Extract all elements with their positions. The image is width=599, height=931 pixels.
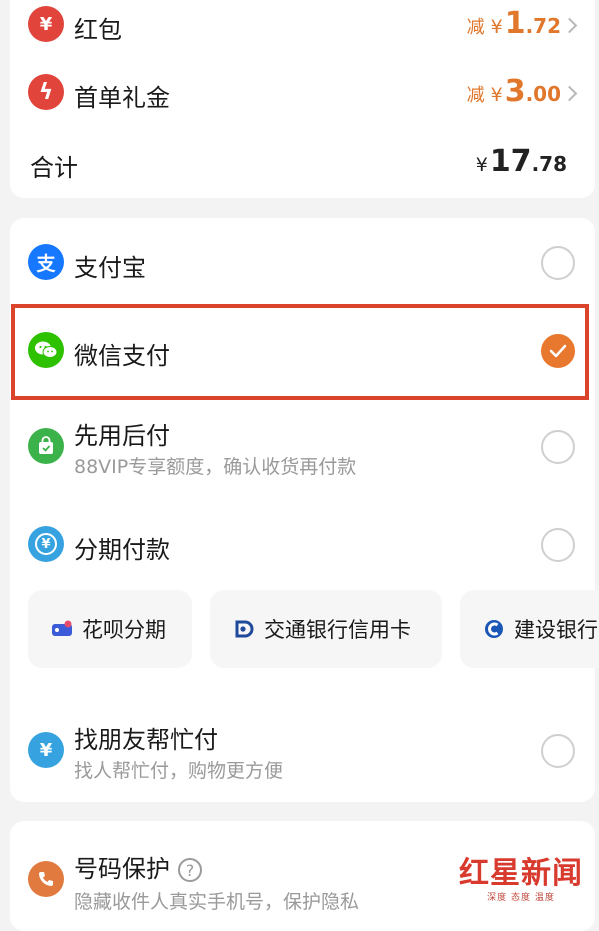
lightning-glyph: ϟ <box>38 79 54 105</box>
pay-later-radio[interactable] <box>541 430 575 464</box>
payment-option-friend-pay[interactable]: ¥ 找朋友帮忙付 找人帮忙付，购物更方便 <box>10 718 595 782</box>
installment-icon: ¥ <box>28 526 64 562</box>
number-protection-text: 号码保护 <box>74 855 170 883</box>
chevron-right-icon[interactable] <box>561 17 578 34</box>
help-icon[interactable]: ? <box>178 858 202 882</box>
installment-radio[interactable] <box>541 528 575 562</box>
alipay-label: 支付宝 <box>74 254 146 282</box>
red-packet-label: 红包 <box>74 16 122 44</box>
payment-option-wechat[interactable]: 微信支付 <box>10 332 595 372</box>
friend-pay-glyph: ¥ <box>39 739 53 761</box>
ccb-label: 建设银行 <box>514 618 598 642</box>
currency-symbol: ¥ <box>490 84 503 106</box>
installment-glyph: ¥ <box>35 533 57 555</box>
amount-integer: 17 <box>489 144 532 179</box>
friend-pay-icon: ¥ <box>28 732 64 768</box>
chevron-right-icon[interactable] <box>561 85 578 102</box>
bocom-label: 交通银行信用卡 <box>264 618 411 642</box>
installment-option-bocom[interactable]: 交通银行信用卡 <box>210 590 442 668</box>
first-order-gift-row[interactable]: ϟ 首单礼金 减 ¥ 3 .00 <box>10 74 595 114</box>
total-amount: ¥ 17 .78 <box>476 144 567 179</box>
wechat-icon <box>28 332 64 368</box>
friend-pay-radio[interactable] <box>541 734 575 768</box>
watermark-title: 红星新闻 <box>459 856 583 891</box>
red-packet-glyph: ¥ <box>39 13 53 35</box>
currency-symbol: ¥ <box>490 16 503 38</box>
red-packet-row[interactable]: ¥ 红包 减 ¥ 1 .72 <box>10 6 595 46</box>
order-summary-card: ¥ 红包 减 ¥ 1 .72 ϟ 首单礼金 减 ¥ 3 .00 合计 ¥ 17 … <box>10 0 595 198</box>
bag-icon <box>28 428 64 464</box>
ccb-icon <box>482 617 506 641</box>
lightning-icon: ϟ <box>28 74 64 110</box>
alipay-radio[interactable] <box>541 246 575 280</box>
alipay-glyph: 支 <box>36 252 56 275</box>
amount-decimal: .72 <box>525 14 561 38</box>
wechat-bubbles <box>35 341 58 358</box>
bocom-shape <box>235 620 254 638</box>
huabei-icon <box>50 617 74 641</box>
friend-pay-label: 找朋友帮忙付 <box>74 726 218 754</box>
huabei-shape <box>52 620 72 636</box>
phone-shield-icon <box>28 861 64 897</box>
alipay-icon: 支 <box>28 244 64 280</box>
first-order-gift-discount: 减 ¥ 3 .00 <box>467 74 561 109</box>
check-icon <box>549 344 567 358</box>
amount-decimal: .00 <box>525 82 561 106</box>
bag-shape <box>39 436 53 454</box>
discount-prefix: 减 <box>466 85 485 106</box>
amount-integer: 3 <box>504 74 526 109</box>
red-packet-icon: ¥ <box>28 6 64 42</box>
number-protection-label: 号码保护? <box>74 849 202 884</box>
total-row: 合计 ¥ 17 .78 <box>10 144 595 184</box>
payment-option-pay-later[interactable]: 先用后付 88VIP专享额度，确认收货再付款 <box>10 414 595 478</box>
wechat-radio[interactable] <box>541 334 575 368</box>
total-label: 合计 <box>30 154 78 182</box>
amount-integer: 1 <box>504 6 526 41</box>
wechat-label: 微信支付 <box>74 342 170 370</box>
phone-shape <box>39 872 53 886</box>
amount-decimal: .78 <box>531 152 567 176</box>
bocom-icon <box>232 617 256 641</box>
pay-later-description: 88VIP专享额度，确认收货再付款 <box>74 456 357 478</box>
first-order-gift-label: 首单礼金 <box>74 84 170 112</box>
installment-option-ccb[interactable]: 建设银行 <box>460 590 599 668</box>
currency-symbol: ¥ <box>475 154 488 176</box>
pay-later-label: 先用后付 <box>74 422 170 450</box>
payment-option-alipay[interactable]: 支 支付宝 <box>10 244 595 284</box>
payment-option-installment[interactable]: ¥ 分期付款 <box>10 526 595 566</box>
ccb-shape <box>485 620 503 638</box>
huabei-label: 花呗分期 <box>82 618 166 642</box>
number-protection-description: 隐藏收件人真实手机号，保护隐私 <box>74 891 360 913</box>
discount-prefix: 减 <box>466 17 485 38</box>
friend-pay-description: 找人帮忙付，购物更方便 <box>74 760 284 782</box>
installment-option-huabei[interactable]: 花呗分期 <box>28 590 192 668</box>
payment-methods-card: 支 支付宝 微信支付 先用后付 88VIP专享额度，确认收货再付款 ¥ 分期付款… <box>10 218 599 802</box>
red-packet-discount: 减 ¥ 1 .72 <box>467 6 561 41</box>
installment-label: 分期付款 <box>74 536 170 564</box>
news-watermark: 红星新闻 深度 态度 温度 <box>459 848 583 903</box>
